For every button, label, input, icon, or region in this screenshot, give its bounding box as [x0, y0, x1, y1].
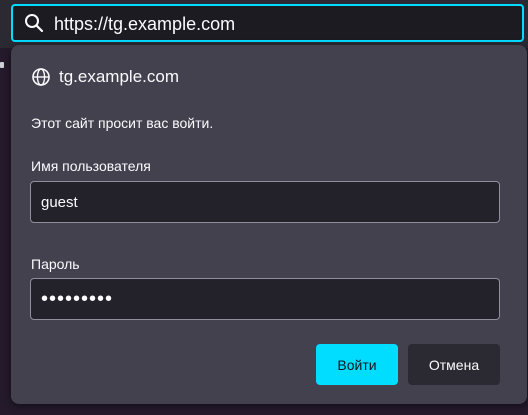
search-icon [25, 14, 44, 33]
login-button[interactable]: Войти [316, 344, 398, 385]
address-bar-url[interactable]: https://tg.example.com [54, 13, 235, 35]
dialog-message: Этот сайт просит вас войти. [31, 115, 214, 131]
cancel-button[interactable]: Отмена [408, 344, 500, 385]
http-auth-dialog: tg.example.com Этот сайт просит вас войт… [11, 45, 527, 404]
address-bar[interactable]: https://tg.example.com [11, 4, 524, 42]
page-edge-glyph [0, 62, 4, 68]
username-field[interactable] [30, 181, 500, 223]
globe-icon [32, 68, 50, 86]
password-field[interactable] [30, 278, 500, 320]
username-label: Имя пользователя [31, 158, 151, 174]
dialog-host: tg.example.com [59, 67, 179, 86]
password-label: Пароль [31, 256, 80, 272]
